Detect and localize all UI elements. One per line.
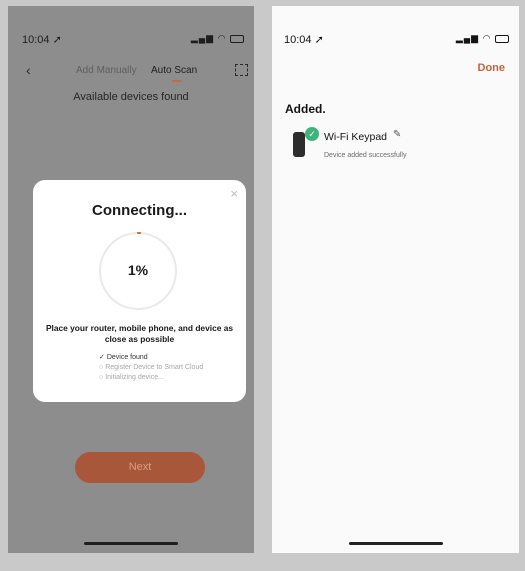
scan-icon[interactable] (235, 64, 248, 76)
location-arrow-icon: ➚ (314, 34, 324, 46)
device-status: Device added successfully (324, 152, 407, 159)
tab-auto-scan[interactable]: Auto Scan (151, 65, 197, 76)
progress-percent: 1% (127, 262, 149, 278)
status-time: 10:04 ➚ (284, 34, 324, 46)
done-button[interactable]: Done (478, 62, 506, 74)
wifi-icon: ◠ (482, 33, 492, 43)
home-indicator (348, 542, 443, 545)
section-title: Added. (285, 102, 326, 116)
tab-add-manually[interactable]: Add Manually (76, 65, 137, 76)
phone-device-icon (293, 132, 305, 157)
signal-icon: ▂▄▆ (190, 33, 215, 43)
battery-icon (495, 34, 509, 43)
pencil-edit-icon[interactable]: ✎ (393, 129, 401, 140)
step-item: ○ Register Device to Smart Cloud (99, 364, 204, 371)
dialog-title: Connecting... (92, 202, 187, 219)
circle-icon: ○ (99, 374, 104, 381)
status-icons: ▂▄▆ ◠ (191, 33, 244, 44)
back-chevron-icon[interactable]: ‹ (26, 62, 31, 78)
status-icons: ▂▄▆ ◠ (456, 33, 509, 44)
next-button[interactable]: Next (75, 452, 205, 483)
connecting-screen: 10:04 ➚ ▂▄▆ ◠ ‹ Add Manually Auto Scan A… (8, 6, 254, 553)
checkmark-icon: ✓ (99, 354, 105, 361)
close-icon[interactable]: × (230, 186, 238, 201)
step-list: ✓ Device found ○ Register Device to Smar… (99, 353, 203, 383)
placement-tip: Place your router, mobile phone, and dev… (45, 323, 234, 344)
connecting-dialog: × Connecting... 1% Place your router, mo… (33, 180, 246, 402)
location-arrow-icon: ➚ (52, 34, 62, 46)
progress-indicator (137, 232, 141, 234)
home-indicator (84, 542, 178, 545)
status-time: 10:04 ➚ (22, 34, 62, 46)
wifi-icon: ◠ (217, 33, 227, 43)
battery-icon (230, 34, 244, 43)
signal-icon: ▂▄▆ (455, 33, 480, 43)
step-item: ✓ Device found (99, 354, 148, 361)
tab-indicator (172, 80, 182, 82)
device-added-screen: 10:04 ➚ ▂▄▆ ◠ Done Added. ✓ Wi-Fi Keypad… (272, 6, 519, 553)
device-name[interactable]: Wi-Fi Keypad (324, 131, 387, 143)
step-item: ○ Initializing device... (99, 374, 164, 381)
circle-icon: ○ (99, 364, 104, 371)
checkmark-icon: ✓ (305, 127, 319, 141)
available-devices-text: Available devices found (73, 91, 189, 103)
progress-ring: 1% (99, 232, 177, 310)
